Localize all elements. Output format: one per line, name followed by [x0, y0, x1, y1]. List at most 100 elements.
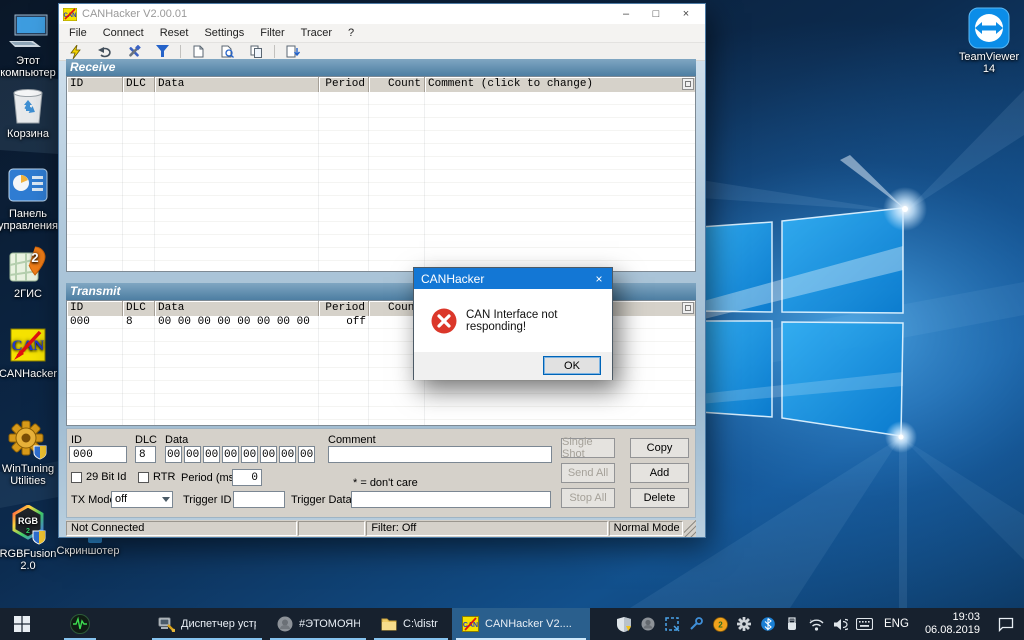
- col-id[interactable]: ID: [67, 301, 123, 316]
- desktop-icon-canhacker[interactable]: CAN CANHacker: [0, 325, 62, 380]
- delete-button[interactable]: Delete: [630, 488, 689, 508]
- col-data[interactable]: Data: [155, 77, 319, 92]
- copy-icon[interactable]: [242, 43, 271, 60]
- resize-grip[interactable]: [684, 520, 696, 537]
- col-dlc[interactable]: DLC: [123, 77, 155, 92]
- save-log-icon[interactable]: [278, 43, 307, 60]
- network-icon[interactable]: *: [804, 608, 828, 640]
- taskbar-task-device-manager[interactable]: Диспетчер устр...: [148, 608, 266, 640]
- canhacker-window-icon: CAN: [63, 8, 77, 21]
- clock-date: 06.08.2019: [925, 624, 980, 637]
- col-period[interactable]: Period: [319, 77, 369, 92]
- txmode-select[interactable]: off: [111, 491, 173, 508]
- start-button[interactable]: [0, 608, 44, 640]
- single-shot-button[interactable]: Single Shot: [561, 438, 615, 458]
- col-data[interactable]: Data: [155, 301, 319, 316]
- desktop-icon-screenshoter[interactable]: Скриншотер: [54, 545, 122, 557]
- canhacker-icon: CAN: [7, 325, 49, 365]
- trigger-id-input[interactable]: [233, 491, 285, 508]
- volume-icon[interactable]: [828, 608, 852, 640]
- menu-filter[interactable]: Filter: [252, 25, 292, 41]
- copy-button[interactable]: Copy: [630, 438, 689, 458]
- toolbar-separator: [180, 45, 181, 58]
- col-dlc[interactable]: DLC: [123, 301, 155, 316]
- desktop-icon-wintuning[interactable]: WinTuning Utilities: [0, 420, 62, 487]
- stop-all-button[interactable]: Stop All: [561, 488, 615, 508]
- desktop-icon-teamviewer[interactable]: TeamViewer 14: [955, 8, 1023, 75]
- col-count[interactable]: Count: [369, 77, 425, 92]
- data-byte-input[interactable]: [165, 446, 182, 463]
- reset-icon[interactable]: [90, 43, 119, 60]
- pinned-app-waveform[interactable]: [60, 608, 100, 640]
- menu-reset[interactable]: Reset: [152, 25, 197, 41]
- col-period[interactable]: Period: [319, 301, 369, 316]
- keyboard-icon[interactable]: [852, 608, 876, 640]
- comment-input[interactable]: [328, 446, 552, 463]
- action-center-button[interactable]: [988, 608, 1024, 640]
- 29bit-checkbox[interactable]: 29 Bit Id: [71, 471, 126, 483]
- menu-connect[interactable]: Connect: [95, 25, 152, 41]
- close-button[interactable]: ×: [671, 5, 701, 23]
- desktop-icon-2gis[interactable]: 2 2ГИС: [0, 245, 62, 300]
- trigger-data-input[interactable]: [351, 491, 551, 508]
- menu-help[interactable]: ?: [340, 25, 362, 41]
- connect-icon[interactable]: [61, 43, 90, 60]
- taskbar-task-distr-folder[interactable]: C:\distr: [370, 608, 452, 640]
- cell-data: 00 00 00 00 00 00 00 00: [155, 316, 319, 329]
- data-byte-input[interactable]: [279, 446, 296, 463]
- menu-settings[interactable]: Settings: [196, 25, 252, 41]
- transmit-table-options-button[interactable]: [682, 302, 694, 314]
- desktop-icon-label: Корзина: [0, 128, 62, 140]
- clock[interactable]: 19:03 06.08.2019: [917, 611, 988, 637]
- col-comment[interactable]: Comment (click to change): [425, 77, 695, 92]
- menu-file[interactable]: File: [61, 25, 95, 41]
- receive-table[interactable]: ID DLC Data Period Count Comment (click …: [66, 76, 696, 272]
- receive-table-body[interactable]: [67, 92, 695, 271]
- defender-shield-icon[interactable]: [612, 608, 636, 640]
- data-byte-input[interactable]: [222, 446, 239, 463]
- dlc-label: DLC: [135, 434, 157, 446]
- dialog-titlebar[interactable]: CANHacker ×: [414, 268, 612, 289]
- checkbox-box[interactable]: [71, 472, 82, 483]
- dlc-input[interactable]: [135, 446, 156, 463]
- settings-gear-icon[interactable]: [732, 608, 756, 640]
- rtr-checkbox[interactable]: RTR: [138, 471, 175, 483]
- data-byte-input[interactable]: [260, 446, 277, 463]
- bluetooth-icon[interactable]: [756, 608, 780, 640]
- maximize-button[interactable]: □: [641, 5, 671, 23]
- minimize-button[interactable]: –: [611, 5, 641, 23]
- usb-icon[interactable]: [780, 608, 804, 640]
- desktop-icon-this-pc[interactable]: Этот компьютер: [0, 12, 62, 79]
- id-input[interactable]: [69, 446, 127, 463]
- checkbox-box[interactable]: [138, 472, 149, 483]
- taskbar-task-canhacker[interactable]: CAN CANHacker V2....: [452, 608, 590, 640]
- data-byte-input[interactable]: [298, 446, 315, 463]
- settings-icon[interactable]: [119, 43, 148, 60]
- language-indicator[interactable]: ENG: [876, 618, 917, 630]
- gray-app-icon[interactable]: [636, 608, 660, 640]
- window-titlebar[interactable]: CAN CANHacker V2.00.01 – □ ×: [59, 4, 705, 24]
- receive-table-options-button[interactable]: [682, 78, 694, 90]
- filter-icon[interactable]: [148, 43, 177, 60]
- send-all-button[interactable]: Send All: [561, 463, 615, 483]
- data-byte-input[interactable]: [241, 446, 258, 463]
- desktop-icon-recycle-bin[interactable]: Корзина: [0, 85, 62, 140]
- desktop-icon-control-panel[interactable]: Панель управления: [0, 165, 62, 232]
- taskbar: Диспетчер устр... #ЭТОМОЯНОЧ...: [0, 608, 1024, 640]
- clear-icon[interactable]: [184, 43, 213, 60]
- data-byte-input[interactable]: [184, 446, 201, 463]
- dialog-close-button[interactable]: ×: [586, 268, 612, 289]
- desktop-icon-label: 2ГИС: [0, 288, 62, 300]
- col-id[interactable]: ID: [67, 77, 123, 92]
- desktop-icon-rgbfusion[interactable]: RGB 2 RGBFusion 2.0: [0, 505, 62, 572]
- taskbar-task-etomoyanoch[interactable]: #ЭТОМОЯНОЧ...: [266, 608, 370, 640]
- ok-button[interactable]: OK: [543, 356, 601, 375]
- menu-tracer[interactable]: Tracer: [293, 25, 340, 41]
- add-button[interactable]: Add: [630, 463, 689, 483]
- period-input[interactable]: [232, 469, 262, 486]
- service-tool-icon[interactable]: [684, 608, 708, 640]
- data-byte-input[interactable]: [203, 446, 220, 463]
- 2gis-tray-icon[interactable]: 2: [708, 608, 732, 640]
- snipping-tool-icon[interactable]: [660, 608, 684, 640]
- view-trace-icon[interactable]: [213, 43, 242, 60]
